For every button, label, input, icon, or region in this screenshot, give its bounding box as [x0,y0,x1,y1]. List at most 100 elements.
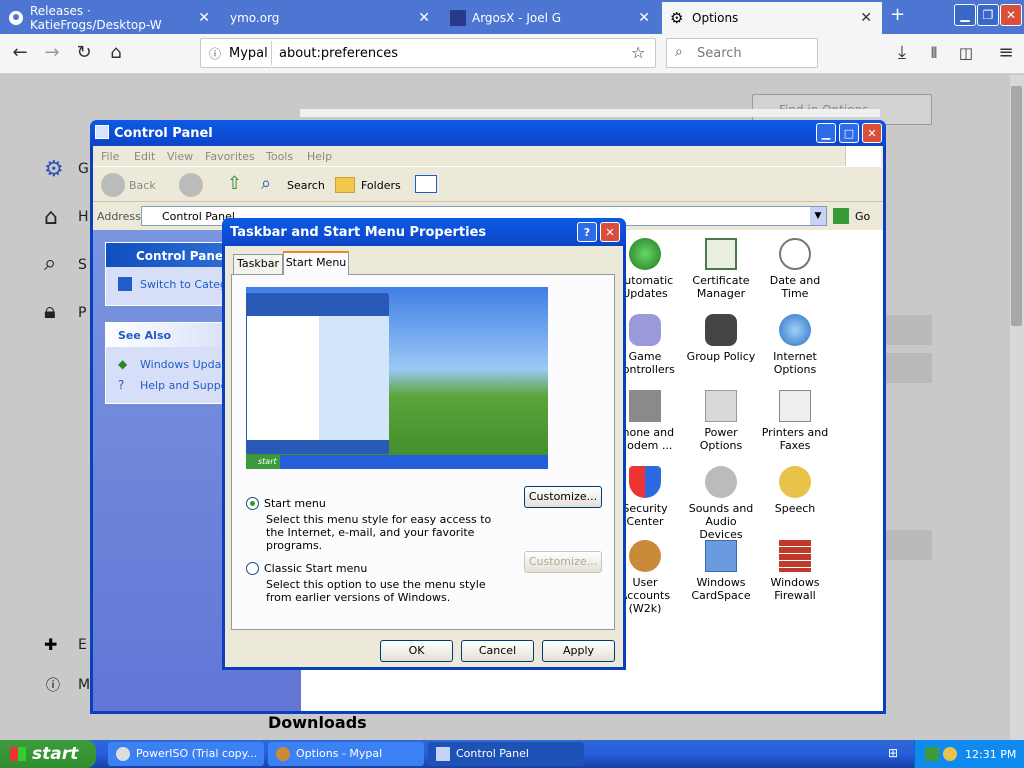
classic-start-menu-radio[interactable] [246,562,259,575]
reload-icon[interactable]: ↻ [72,42,96,66]
dialog-title: Taskbar and Start Menu Properties [230,225,487,240]
scrollbar-thumb[interactable] [1011,86,1022,326]
identity-label: Mypal [229,46,268,61]
cp-item-printers-faxes[interactable]: Printers and Faxes [757,390,833,452]
close-icon[interactable]: ✕ [638,10,650,26]
home-icon[interactable]: ⌂ [44,205,58,230]
window-close-icon[interactable]: ✕ [1000,4,1022,26]
certificate-icon [705,238,737,270]
tab-label: Options [692,11,739,25]
tab-panel: start Start menu Select this menu style … [231,274,615,630]
close-icon[interactable]: ✕ [860,10,872,26]
start-menu-radio[interactable] [246,497,259,510]
close-icon[interactable]: ✕ [418,10,430,26]
chevron-down-icon[interactable]: ▼ [810,207,826,225]
windows-update-link[interactable]: Windows Update [140,358,232,371]
gear-icon[interactable]: ⚙ [44,157,64,182]
help-icon[interactable]: ⓘ [46,675,60,695]
taskbar-button-poweriso[interactable]: PowerISO (Trial copy... [108,742,264,766]
pref-nav-home[interactable]: H [78,209,89,225]
tab-start-menu[interactable]: Start Menu [283,251,349,275]
forward-arrow-icon[interactable]: → [40,42,64,66]
back-button[interactable]: Back [129,179,156,192]
control-panel-titlebar[interactable]: Control Panel [90,120,886,146]
pref-nav-general[interactable]: G [78,161,89,177]
minimize-icon[interactable]: ▁ [816,123,836,143]
close-icon[interactable]: ✕ [198,10,210,26]
browser-tab[interactable]: Releases · KatieFrogs/Desktop-W ✕ [0,2,220,34]
back-arrow-icon[interactable]: ← [8,42,32,66]
cp-item-power-options[interactable]: Power Options [683,390,759,452]
pref-nav-extensions[interactable]: E [78,637,87,653]
preview-menu [246,293,389,454]
customize-button[interactable]: Customize... [524,486,602,508]
views-icon[interactable] [415,175,437,193]
menu-tools[interactable]: Tools [266,150,293,163]
browser-tab-active[interactable]: ⚙ Options ✕ [662,2,882,34]
taskbar-button-mypal[interactable]: Options - Mypal [268,742,424,766]
cp-item-firewall[interactable]: Windows Firewall [757,540,833,602]
search-bar[interactable]: ⌕ Search [666,38,818,68]
downloads-heading: Downloads [268,713,367,732]
dialog-titlebar[interactable]: Taskbar and Start Menu Properties [222,218,626,246]
maximize-icon[interactable]: □ [839,123,859,143]
start-button[interactable]: start [0,740,96,768]
cp-item-group-policy[interactable]: Group Policy [683,314,759,363]
forward-icon[interactable] [179,173,203,197]
cp-item-speech[interactable]: Speech [757,466,833,515]
close-icon[interactable]: ✕ [600,222,620,242]
extensions-icon[interactable]: ✚ [44,635,57,654]
help-icon[interactable]: ? [577,222,597,242]
search-button[interactable]: Search [287,179,325,192]
minimize-icon[interactable]: ▁ [954,4,976,26]
start-menu-label[interactable]: Start menu [264,497,326,510]
info-icon[interactable]: ⓘ [209,45,221,62]
search-icon[interactable]: ⌕ [44,251,56,276]
apply-button[interactable]: Apply [542,640,615,662]
close-icon[interactable]: ✕ [862,123,882,143]
sidebar-icon[interactable]: ◫ [954,42,978,66]
menu-file[interactable]: File [101,150,119,163]
menu-edit[interactable]: Edit [134,150,155,163]
ok-button[interactable]: OK [380,640,453,662]
search-icon: ⌕ [261,173,272,194]
new-tab-icon[interactable]: + [890,4,910,25]
back-icon[interactable] [101,173,125,197]
pref-nav-privacy[interactable]: P [78,305,86,321]
speaker-icon[interactable] [943,747,957,761]
cp-item-date-time[interactable]: Date and Time [757,238,833,300]
menu-icon[interactable]: ≡ [994,42,1018,66]
folders-button[interactable]: Folders [361,179,401,192]
maximize-icon[interactable]: ❐ [977,4,999,26]
taskbar-button-control-panel[interactable]: Control Panel [428,742,584,766]
home-icon[interactable]: ⌂ [104,42,128,66]
download-icon[interactable]: ⤓ [890,42,914,66]
show-desktop-icon[interactable]: ⊞ [888,746,898,760]
library-icon[interactable]: ⫴ [922,42,946,66]
pref-nav-search[interactable]: S [78,257,87,273]
browser-tab[interactable]: ArgosX - Joel G ✕ [442,2,660,34]
go-arrow-icon[interactable] [833,208,849,224]
browser-tab[interactable]: ymo.org ✕ [222,2,440,34]
cp-item-certificate-manager[interactable]: Certificate Manager [683,238,759,300]
menu-view[interactable]: View [167,150,193,163]
tab-taskbar[interactable]: Taskbar [233,254,283,274]
bookmark-star-icon[interactable]: ☆ [631,43,645,62]
cp-item-sounds-audio[interactable]: Sounds and Audio Devices [683,466,759,541]
pref-nav-support[interactable]: M [78,677,90,693]
classic-customize-button[interactable]: Customize... [524,551,602,573]
url-bar[interactable]: ⓘ Mypal about:preferences ☆ [200,38,656,68]
cancel-button[interactable]: Cancel [461,640,534,662]
classic-start-menu-label[interactable]: Classic Start menu [264,562,367,575]
go-button[interactable]: Go [855,210,870,223]
cp-item-internet-options[interactable]: Internet Options [757,314,833,376]
phone-icon [629,390,661,422]
network-icon[interactable] [925,747,939,761]
up-folder-icon[interactable]: ⇧ [227,173,249,197]
windows-update-icon: ◆ [118,357,128,371]
menu-favorites[interactable]: Favorites [205,150,255,163]
lock-icon[interactable]: 🔒︎ [44,299,56,324]
menu-help[interactable]: Help [307,150,332,163]
cp-item-cardspace[interactable]: Windows CardSpace [683,540,759,602]
url-text[interactable]: about:preferences [279,46,398,61]
